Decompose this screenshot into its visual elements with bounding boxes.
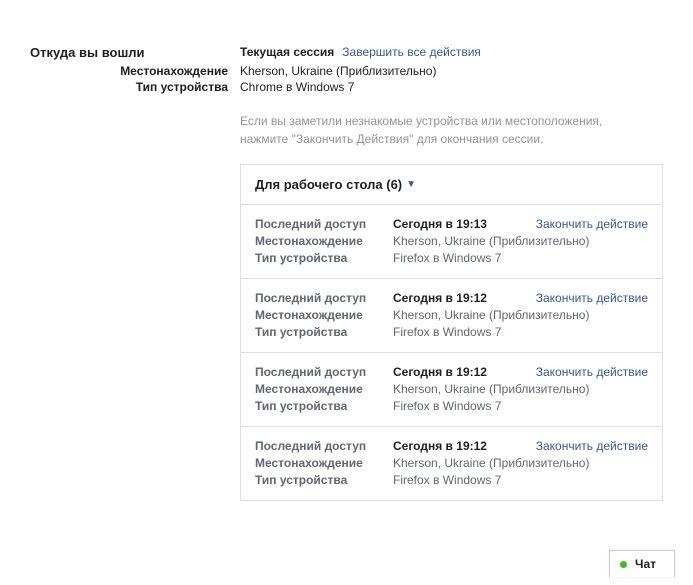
last-access-label: Последний доступ [255,217,393,231]
location-value: Kherson, Ukraine (Приблизительно) [393,308,648,322]
chevron-down-icon: ▼ [406,179,416,190]
panel-header-desktop[interactable]: Для рабочего стола (6) ▼ [241,165,662,204]
last-access-label: Последний доступ [255,365,393,379]
device-value: Firefox в Windows 7 [393,473,648,487]
current-device-label: Тип устройства [30,80,240,94]
last-access-value: Сегодня в 19:12 [393,291,487,305]
current-location-value: Kherson, Ukraine (Приблизительно) [240,64,436,78]
online-status-icon [620,561,627,568]
device-label: Тип устройства [255,473,393,487]
end-all-sessions-link[interactable]: Завершить все действия [342,45,481,59]
last-access-label: Последний доступ [255,439,393,453]
last-access-value: Сегодня в 19:12 [393,439,487,453]
device-label: Тип устройства [255,251,393,265]
end-session-link[interactable]: Закончить действие [536,439,648,453]
device-value: Firefox в Windows 7 [393,325,648,339]
end-session-link[interactable]: Закончить действие [536,365,648,379]
location-value: Kherson, Ukraine (Приблизительно) [393,456,648,470]
device-label: Тип устройства [255,325,393,339]
last-access-value: Сегодня в 19:12 [393,365,487,379]
location-label: Местонахождение [255,234,393,248]
last-access-value: Сегодня в 19:13 [393,217,487,231]
session-item: Последний доступ Сегодня в 19:12 Закончи… [241,426,662,500]
session-item: Последний доступ Сегодня в 19:12 Закончи… [241,278,662,352]
location-value: Kherson, Ukraine (Приблизительно) [393,234,648,248]
device-label: Тип устройства [255,399,393,413]
security-notice: Если вы заметили незнакомые устройства и… [240,112,650,148]
location-value: Kherson, Ukraine (Приблизительно) [393,382,648,396]
section-title: Откуда вы вошли [30,45,240,60]
chat-label: Чат [635,557,656,571]
session-item: Последний доступ Сегодня в 19:12 Закончи… [241,352,662,426]
end-session-link[interactable]: Закончить действие [536,291,648,305]
chat-widget[interactable]: Чат [609,550,675,577]
location-label: Местонахождение [255,308,393,322]
device-value: Firefox в Windows 7 [393,399,648,413]
location-label: Местонахождение [255,382,393,396]
sessions-panel: Для рабочего стола (6) ▼ Последний досту… [240,164,663,501]
location-label: Местонахождение [255,456,393,470]
last-access-label: Последний доступ [255,291,393,305]
end-session-link[interactable]: Закончить действие [536,217,648,231]
current-device-value: Chrome в Windows 7 [240,80,354,94]
current-session-label: Текущая сессия [240,45,334,59]
panel-title: Для рабочего стола (6) [255,177,402,192]
device-value: Firefox в Windows 7 [393,251,648,265]
session-item: Последний доступ Сегодня в 19:13 Закончи… [241,204,662,278]
current-location-label: Местонахождение [30,64,240,78]
